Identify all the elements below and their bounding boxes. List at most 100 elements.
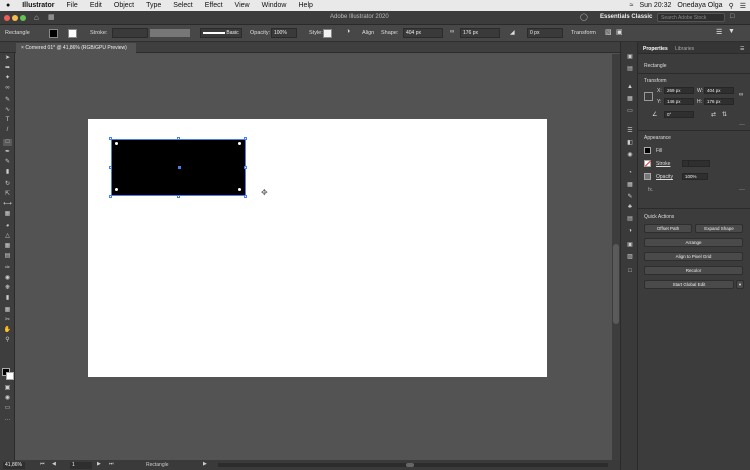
menu-object[interactable]: Object <box>108 2 140 9</box>
constrain-proportions-icon[interactable]: ∞ <box>739 92 743 98</box>
prev-artboard-icon[interactable]: ◀ <box>52 461 56 467</box>
mesh-tool-icon[interactable]: ▦ <box>3 243 12 250</box>
color-mode-icon[interactable]: ▣ <box>3 385 12 392</box>
panels-icon[interactable]: □ <box>730 13 734 20</box>
width-tool-icon[interactable]: ⟷ <box>3 201 12 208</box>
shaper-tool-icon[interactable]: ✎ <box>3 159 12 166</box>
user-name[interactable]: Onedaya Olga <box>677 2 722 9</box>
variable-width-profile[interactable] <box>150 29 190 37</box>
spotlight-icon[interactable]: ⚲ <box>729 2 734 10</box>
menu-app[interactable]: Illustrator <box>16 2 60 9</box>
isolate-icon[interactable]: ▣ <box>616 28 623 36</box>
export-panel-icon[interactable]: ▭ <box>625 108 635 115</box>
symbol-sprayer-icon[interactable]: ❋ <box>3 285 12 292</box>
reference-point-icon[interactable] <box>644 92 653 101</box>
menu-help[interactable]: Help <box>293 2 319 9</box>
artboards-panel-icon[interactable]: □ <box>625 268 635 275</box>
blend-tool-icon[interactable]: ◉ <box>3 275 12 282</box>
edit-toolbar-icon[interactable]: ··· <box>3 417 12 424</box>
constrain-link-icon[interactable]: ∞ <box>450 29 454 35</box>
symbols-panel-icon[interactable]: ♣ <box>625 204 635 211</box>
zoom-window-button[interactable] <box>20 15 26 21</box>
transparency-panel-icon[interactable]: ◑ <box>625 228 635 235</box>
paintbrush-tool-icon[interactable]: ✒ <box>3 149 12 156</box>
rectangle-tool-icon[interactable]: □ <box>3 139 12 146</box>
recolor-button[interactable]: Recolor <box>644 266 743 275</box>
home-icon[interactable]: ⌂ <box>34 13 39 22</box>
color-guide-icon[interactable]: ◔ <box>625 170 635 177</box>
current-tool-status[interactable]: Rectangle <box>146 462 169 468</box>
eyedropper-tool-icon[interactable]: ✑ <box>3 265 12 272</box>
rotate-field[interactable]: 0° <box>664 111 694 118</box>
appearance-panel-icon[interactable]: ▣ <box>625 242 635 249</box>
status-menu-icon[interactable]: ▶ <box>203 461 207 467</box>
handle-top-right[interactable] <box>244 137 247 140</box>
stroke-weight-value[interactable] <box>688 160 710 167</box>
corner-widget-br[interactable] <box>238 188 241 191</box>
corner-type-icon[interactable]: ◢ <box>510 29 515 36</box>
screen-mode-icon[interactable]: ▭ <box>3 405 12 412</box>
stroke-panel-icon[interactable]: ▤ <box>625 216 635 223</box>
brushes-panel-icon[interactable]: ✎ <box>625 194 635 201</box>
handle-top-left[interactable] <box>109 137 112 140</box>
fx-button[interactable]: fx. <box>648 187 653 193</box>
horizontal-scroll-thumb[interactable] <box>406 463 414 467</box>
recolor-icon[interactable]: ◑ <box>346 28 350 35</box>
tab-libraries[interactable]: Libraries <box>675 46 694 52</box>
opacity-label[interactable]: Opacity: <box>250 30 270 36</box>
properties-panel-icon[interactable]: ▣ <box>625 54 635 61</box>
more-transform-icon[interactable]: ··· <box>739 122 745 128</box>
appearance-fill-swatch[interactable] <box>644 147 651 154</box>
draw-mode-icon[interactable]: ◉ <box>3 395 12 402</box>
direct-selection-tool-icon[interactable]: ➥ <box>3 65 12 72</box>
pen-tool-icon[interactable]: ✎ <box>3 97 12 104</box>
corner-widget-bl[interactable] <box>115 188 118 191</box>
document-tab[interactable]: × Cornered 01* @ 41,86% (RGB/GPU Preview… <box>16 43 136 53</box>
transform-label[interactable]: Transform <box>571 30 596 36</box>
magic-wand-icon[interactable]: ✦ <box>3 75 12 82</box>
handle-middle-left[interactable] <box>109 166 112 169</box>
more-appearance-icon[interactable]: ··· <box>739 187 745 193</box>
menu-select[interactable]: Select <box>167 2 198 9</box>
rotate-tool-icon[interactable]: ↻ <box>3 181 12 188</box>
last-artboard-icon[interactable]: ⏭ <box>109 461 114 467</box>
clock[interactable]: Sun 20:32 <box>640 2 672 9</box>
wifi-icon[interactable]: ≈ <box>630 2 634 9</box>
menu-file[interactable]: File <box>61 2 84 9</box>
align-label[interactable]: Align <box>362 30 374 36</box>
panel-menu-icon[interactable]: ▼ <box>728 28 735 35</box>
corner-widget-tr[interactable] <box>238 142 241 145</box>
expand-shape-button[interactable]: Expand Shape <box>695 224 743 233</box>
fill-swatch[interactable] <box>49 29 58 38</box>
next-artboard-icon[interactable]: ▶ <box>97 461 101 467</box>
eraser-tool-icon[interactable]: ▮ <box>3 169 12 176</box>
menu-type[interactable]: Type <box>140 2 167 9</box>
column-graph-icon[interactable]: ▮ <box>3 295 12 302</box>
color-panel-icon[interactable]: ◉ <box>625 152 635 159</box>
close-window-button[interactable] <box>4 15 10 21</box>
swatches-panel-icon[interactable]: ▦ <box>625 182 635 189</box>
curvature-tool-icon[interactable]: ∿ <box>3 107 12 114</box>
close-tab-icon[interactable]: × <box>21 45 24 51</box>
horizontal-scrollbar[interactable] <box>218 463 608 467</box>
workspace-switcher[interactable]: Essentials Classic <box>600 14 652 20</box>
corner-radius-field[interactable]: 0 px <box>527 28 563 38</box>
shape-height-field[interactable]: 176 px <box>460 28 500 38</box>
assets-panel-icon[interactable]: ▦ <box>625 96 635 103</box>
search-stock-input[interactable]: Search Adobe Stock <box>657 13 725 22</box>
gradient-tool-icon[interactable]: ▤ <box>3 253 12 260</box>
graphic-style-swatch[interactable] <box>323 29 332 38</box>
y-field[interactable]: 146 px <box>664 98 694 105</box>
x-field[interactable]: 269 px <box>664 87 694 94</box>
shape-builder-icon[interactable]: ◕ <box>3 223 12 230</box>
free-transform-icon[interactable]: ▦ <box>3 211 12 218</box>
handle-bottom-center[interactable] <box>177 195 180 198</box>
stroke-swatch[interactable] <box>68 29 77 38</box>
flip-vertical-icon[interactable]: ⇅ <box>722 111 727 118</box>
layers-panel-icon[interactable]: ▤ <box>625 66 635 73</box>
libraries-panel-icon[interactable]: ▲ <box>625 84 635 91</box>
type-tool-icon[interactable]: T <box>3 117 12 124</box>
width-field[interactable]: 404 px <box>704 87 734 94</box>
handle-bottom-left[interactable] <box>109 195 112 198</box>
selection-tool-icon[interactable]: ➤ <box>3 55 12 62</box>
